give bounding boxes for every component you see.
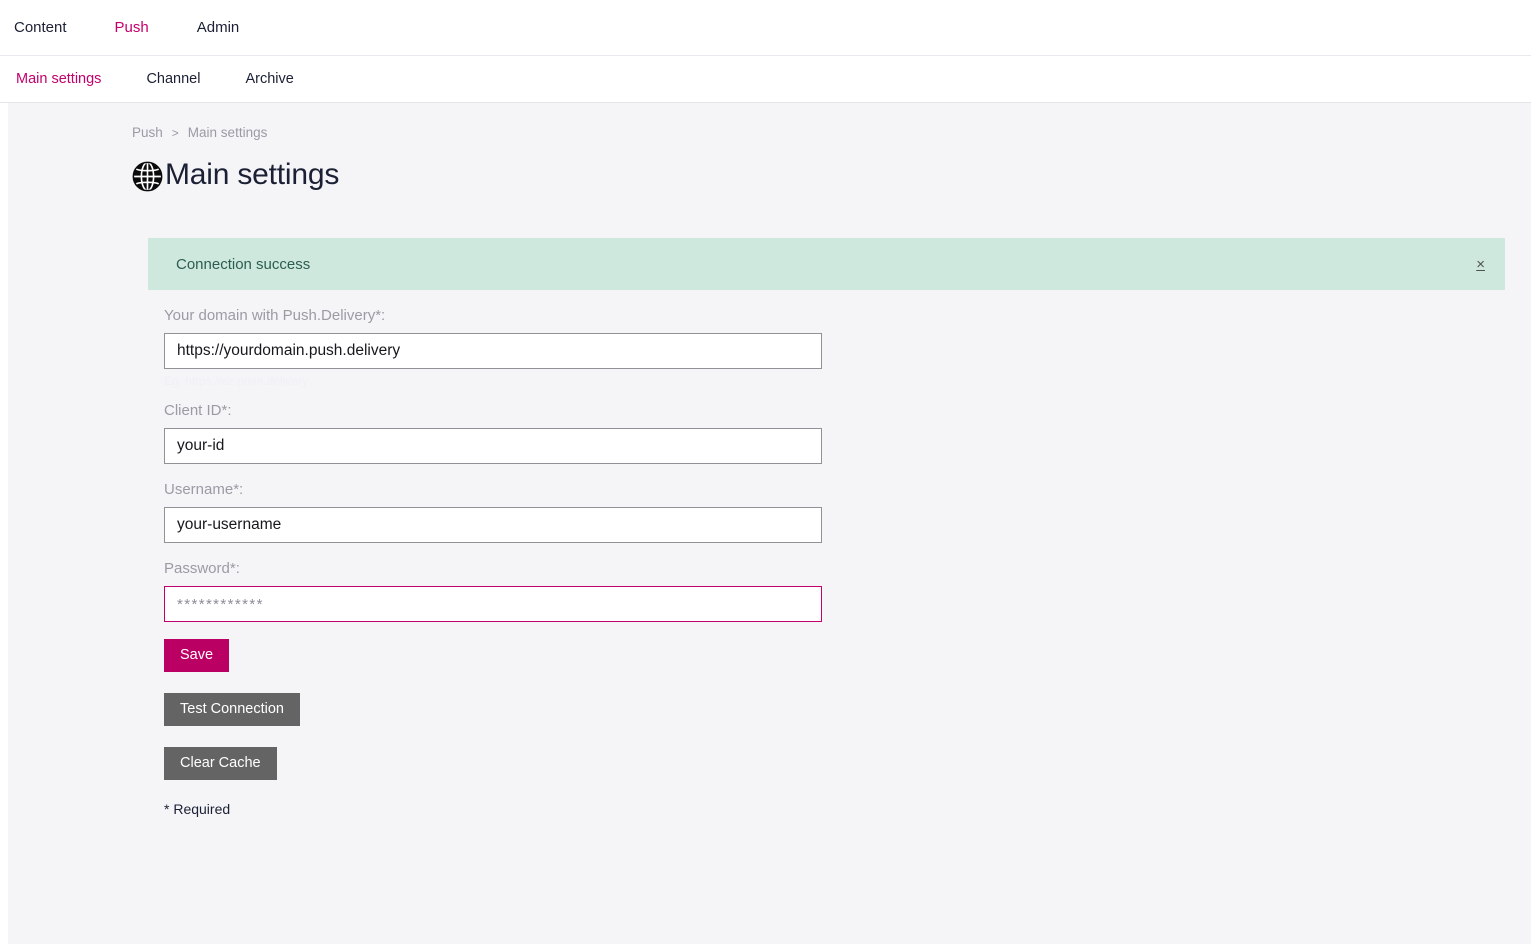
clear-cache-button-row: Clear Cache — [164, 747, 1531, 780]
required-note: * Required — [164, 801, 231, 817]
breadcrumb: Push > Main settings — [8, 103, 1531, 140]
subnav-item-channel[interactable]: Channel — [146, 56, 200, 103]
username-input[interactable] — [164, 507, 822, 543]
secondary-navigation: Main settings Channel Archive — [0, 56, 1531, 103]
password-input[interactable] — [164, 586, 822, 622]
page-title-text: Main settings — [165, 158, 340, 191]
clear-cache-button[interactable]: Clear Cache — [164, 747, 277, 780]
connection-status-banner: Connection success × — [148, 238, 1505, 290]
globe-icon — [132, 161, 163, 192]
main-settings-form: Your domain with Push.Delivery*: Eg: htt… — [8, 290, 1531, 817]
top-navigation: Content Push Admin — [0, 0, 1531, 56]
username-label: Username*: — [164, 481, 244, 498]
field-client-id: Client ID*: — [164, 402, 1531, 464]
subnav-item-archive[interactable]: Archive — [245, 56, 293, 103]
domain-hint: Eg: https://ez.push.delivery — [164, 374, 309, 388]
topnav-item-content[interactable]: Content — [14, 0, 67, 56]
save-button[interactable]: Save — [164, 639, 230, 672]
domain-input[interactable] — [164, 333, 822, 369]
field-username: Username*: — [164, 481, 1531, 543]
field-password: Password*: — [164, 560, 1531, 622]
test-connection-button-row: Test Connection — [164, 693, 1531, 726]
content-wrapper: Push > Main settings Main settings Conne… — [0, 103, 1531, 944]
topnav-item-admin[interactable]: Admin — [197, 0, 240, 56]
close-icon[interactable]: × — [1470, 255, 1491, 274]
client-id-label: Client ID*: — [164, 402, 232, 419]
client-id-input[interactable] — [164, 428, 822, 464]
save-button-row: Save — [164, 639, 1531, 672]
connection-status-message: Connection success — [176, 255, 311, 273]
breadcrumb-separator: > — [171, 125, 179, 140]
topnav-item-push[interactable]: Push — [115, 0, 149, 56]
page-title: Main settings — [8, 158, 1531, 192]
password-label: Password*: — [164, 560, 240, 577]
content-area: Push > Main settings Main settings Conne… — [8, 103, 1531, 944]
field-domain: Your domain with Push.Delivery*: Eg: htt… — [164, 307, 1531, 390]
domain-label: Your domain with Push.Delivery*: — [164, 307, 386, 324]
breadcrumb-item-current: Main settings — [187, 125, 268, 140]
breadcrumb-item-push[interactable]: Push — [132, 125, 163, 140]
test-connection-button[interactable]: Test Connection — [164, 693, 300, 726]
subnav-item-main-settings[interactable]: Main settings — [16, 56, 101, 103]
